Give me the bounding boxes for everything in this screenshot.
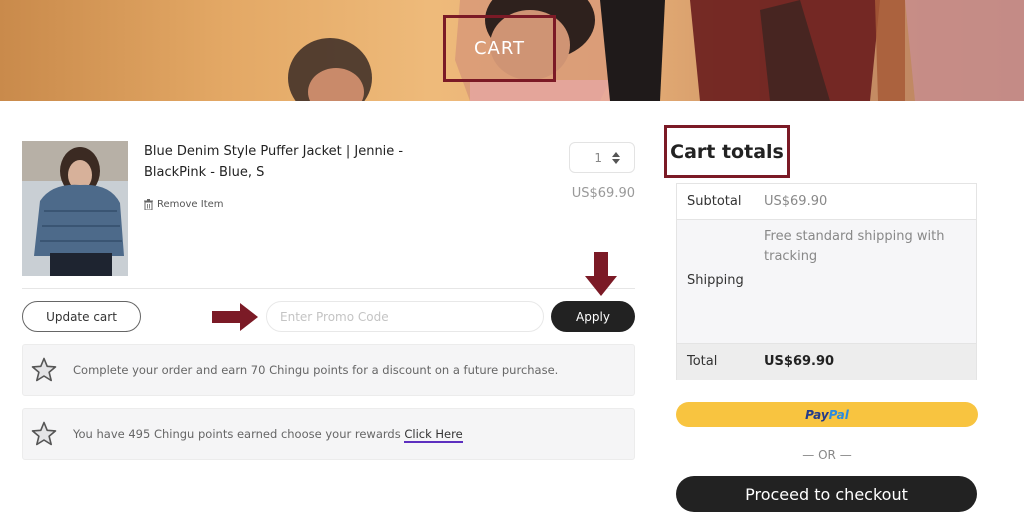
quantity-value[interactable]: 1 (594, 151, 602, 165)
promo-code-input[interactable] (266, 301, 544, 332)
paypal-logo-part2: Pal (828, 407, 849, 422)
points-earn-text: Complete your order and earn 70 Chingu p… (73, 363, 559, 377)
annotation-arrow-right-icon (212, 303, 258, 331)
click-here-link[interactable]: Click Here (404, 427, 463, 443)
subtotal-label: Subtotal (687, 194, 742, 209)
increment-arrow-icon[interactable] (612, 151, 620, 157)
product-thumbnail[interactable] (22, 141, 128, 276)
subtotal-value: US$69.90 (764, 194, 828, 209)
apply-promo-button[interactable]: Apply (551, 301, 635, 332)
points-balance-notice: You have 495 Chingu points earned choose… (22, 408, 635, 460)
total-row: Total US$69.90 (677, 344, 976, 380)
points-balance-message: You have 495 Chingu points earned choose… (73, 427, 405, 441)
stepper-arrows-icon[interactable] (612, 151, 620, 164)
points-balance-text: You have 495 Chingu points earned choose… (73, 427, 463, 443)
decrement-arrow-icon[interactable] (612, 158, 620, 164)
points-earn-notice: Complete your order and earn 70 Chingu p… (22, 344, 635, 396)
star-icon (31, 421, 57, 446)
hero-title-annotation-box: CART (443, 15, 556, 82)
quantity-stepper[interactable]: 1 (569, 142, 635, 173)
shipping-row: Shipping Free standard shipping with tra… (677, 220, 976, 344)
update-cart-button[interactable]: Update cart (22, 301, 141, 332)
total-value: US$69.90 (764, 354, 835, 369)
subtotal-row: Subtotal US$69.90 (677, 184, 976, 220)
trash-icon (144, 199, 153, 210)
divider (22, 288, 635, 289)
hero-banner: CART (0, 0, 1024, 101)
remove-item-label: Remove Item (157, 199, 224, 210)
total-label: Total (687, 354, 718, 369)
cart-totals-table: Subtotal US$69.90 Shipping Free standard… (676, 183, 977, 380)
proceed-to-checkout-button[interactable]: Proceed to checkout (676, 476, 977, 512)
paypal-logo-part1: Pay (805, 407, 829, 422)
page-title: CART (473, 38, 526, 59)
or-separator: — OR — (802, 448, 852, 462)
paypal-button[interactable]: Pay Pal (676, 402, 978, 427)
item-price: US$69.90 (571, 186, 635, 201)
cart-totals-heading: Cart totals (670, 140, 784, 163)
shipping-label: Shipping (687, 273, 744, 288)
remove-item-link[interactable]: Remove Item (144, 199, 224, 210)
shipping-value: Free standard shipping with tracking (764, 229, 945, 264)
cart-totals-annotation-box: Cart totals (664, 125, 790, 178)
jacket-image (22, 141, 128, 276)
annotation-arrow-down-icon (585, 252, 617, 296)
star-icon (31, 357, 57, 382)
product-name[interactable]: Blue Denim Style Puffer Jacket | Jennie … (144, 141, 444, 183)
